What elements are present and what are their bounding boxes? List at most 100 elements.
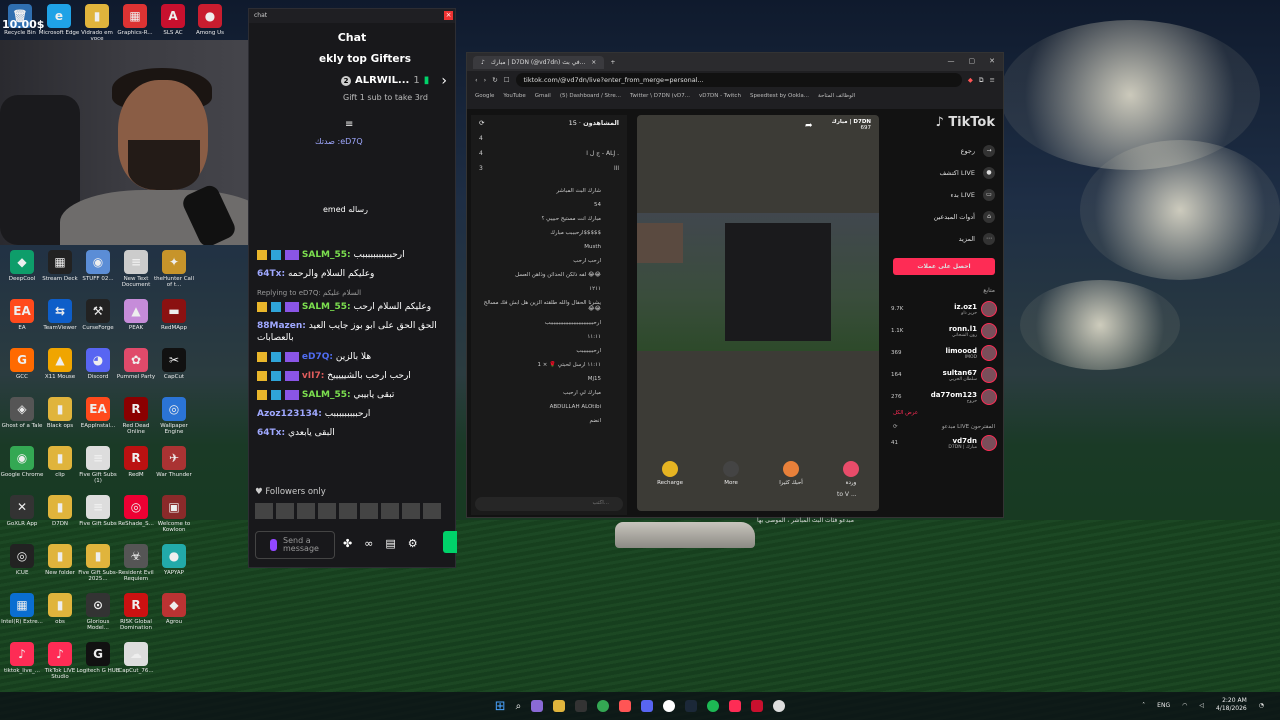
infinity-icon[interactable]: ∞ — [364, 537, 373, 550]
bookmark-item[interactable]: YouTube — [503, 93, 525, 99]
url-input[interactable]: tiktok.com/@vd7dn/live?enter_from_merge=… — [515, 73, 962, 87]
wifi-icon[interactable]: ◠ — [1182, 702, 1187, 709]
mic-icon[interactable] — [270, 539, 277, 551]
minimize-icon[interactable]: — — [948, 57, 955, 65]
avatar[interactable] — [318, 503, 336, 519]
gift-item[interactable]: أحبك كثيرا — [779, 461, 803, 486]
followed-account[interactable]: 369 limoood IMOD — [885, 342, 1003, 364]
maximize-icon[interactable]: ▢ — [969, 57, 976, 65]
avatar[interactable] — [981, 435, 997, 451]
avatar[interactable] — [981, 389, 997, 405]
bookmark-item[interactable]: vD7DN - Twitch — [699, 93, 741, 99]
extensions-icon[interactable]: ⧉ — [979, 76, 984, 85]
live-video[interactable]: مبارك | D7DN 697 ➦ — [637, 115, 879, 511]
menu-icon[interactable]: ≡ — [990, 76, 995, 84]
desktop-icon[interactable]: ▣ Welcome to Kowloon — [151, 495, 197, 533]
show-all-link[interactable]: عرض الكل — [885, 408, 1003, 422]
avatar[interactable] — [981, 323, 997, 339]
brave-icon[interactable]: ◆ — [968, 76, 973, 84]
viewer-row[interactable]: 4 ج ل ا - ALJ . — [471, 146, 627, 161]
refresh-icon[interactable]: ⟳ — [479, 119, 484, 127]
followed-account[interactable]: 41 vd7dn D7DN | مبارك — [885, 432, 1003, 454]
gift-item[interactable]: وردة — [842, 461, 859, 486]
hamburger-icon[interactable]: ≡ — [345, 119, 353, 130]
gift-item[interactable]: Recharge — [657, 461, 683, 486]
bookmark-item[interactable]: Speedtest by Ookla... — [750, 93, 809, 99]
chat-message[interactable]: 64Tx: البقى يابعدي — [257, 427, 447, 439]
chat-username[interactable]: 64Tx: — [257, 428, 285, 438]
chat-message[interactable]: 64Tx: وعليكم السلام والرحمه — [257, 268, 447, 280]
chat-username[interactable]: eD7Q: — [302, 352, 333, 362]
volume-icon[interactable]: ◁ — [1199, 702, 1204, 709]
desktop-icon[interactable]: ✦ theHunter Call of t... — [151, 250, 197, 288]
streamer-info[interactable]: مبارك | D7DN 697 — [832, 119, 871, 131]
avatar[interactable] — [339, 503, 357, 519]
brave-icon[interactable] — [619, 700, 632, 712]
new-tab-icon[interactable]: + — [610, 59, 615, 66]
bookmark-item[interactable]: Gmail — [535, 93, 551, 99]
app-icon[interactable] — [773, 700, 786, 712]
avatar[interactable] — [276, 503, 294, 519]
desktop-icon[interactable]: ● Among Us — [187, 4, 233, 36]
obs-icon[interactable] — [663, 700, 676, 712]
desktop-icon[interactable]: ✈ War Thunder — [151, 446, 197, 478]
windows-start-icon[interactable]: ⊞ — [495, 699, 506, 714]
store-icon[interactable]: ▤ — [385, 537, 395, 550]
language-indicator[interactable]: ENG — [1157, 702, 1170, 709]
chat-send-button[interactable] — [443, 531, 457, 553]
avatar[interactable] — [981, 301, 997, 317]
chrome-icon[interactable] — [597, 700, 610, 712]
close-icon[interactable]: × — [444, 11, 453, 20]
app-icon[interactable] — [751, 700, 764, 712]
gear-icon[interactable]: ⚙ — [408, 537, 418, 550]
bookmark-item[interactable]: Twitter \ D7DN (vD7... — [630, 93, 690, 99]
avatar[interactable] — [981, 345, 997, 361]
reload-icon[interactable]: ↻ — [492, 76, 497, 84]
desktop-icon[interactable]: ● YAPYAP — [151, 544, 197, 576]
chat-username[interactable]: SALM_55: — [302, 302, 351, 312]
avatar[interactable] — [297, 503, 315, 519]
clock[interactable]: 2:20 AM 4/18/2026 — [1216, 697, 1247, 713]
chat-message[interactable]: Replying to eD7Q: السلام عليكم SALM_55: … — [257, 287, 447, 313]
chat-message[interactable]: SALM_55: ارحبببببببببببب — [257, 249, 447, 261]
followed-account[interactable]: 164 sultan67 سلطان الحربي — [885, 364, 1003, 386]
steam-icon[interactable] — [685, 700, 698, 712]
cursor-icon[interactable] — [575, 700, 588, 712]
chat-message[interactable]: eD7Q: هلا بالزين — [257, 351, 447, 363]
followed-account[interactable]: 276 da77om123 حروح — [885, 386, 1003, 408]
avatar[interactable] — [255, 503, 273, 519]
bookmark-icon[interactable]: ☐ — [504, 76, 510, 84]
chevron-right-icon[interactable]: › — [441, 73, 447, 89]
avatar[interactable] — [423, 503, 441, 519]
followed-account[interactable]: 1.1K ronn.l1 رون الشحاتي — [885, 320, 1003, 342]
chat-username[interactable]: SALM_55: — [302, 250, 351, 260]
file-explorer-icon[interactable] — [553, 700, 566, 712]
close-icon[interactable]: ✕ — [989, 57, 995, 65]
chat-message[interactable]: 88Mazen: الحق الحق على ابو بوز جايب العي… — [257, 320, 447, 344]
avatar[interactable] — [402, 503, 420, 519]
sidebar-nav-item[interactable]: رجوع → — [885, 140, 1003, 162]
sidebar-nav-item[interactable]: أدوات المبدعين ⌂ — [885, 206, 1003, 228]
chat-username[interactable]: 64Tx: — [257, 269, 285, 279]
forward-icon[interactable]: › — [484, 76, 487, 84]
tiktok-studio-icon[interactable] — [729, 700, 742, 712]
search-icon[interactable]: ⌕ — [516, 701, 522, 712]
chat-message[interactable]: SALM_55: تبقى يابيبي — [257, 389, 447, 401]
browser-tab[interactable]: ♪ مبارك | D7DN (@vd7dn) في بث... × — [473, 55, 605, 69]
chat-input[interactable]: Send a message — [255, 531, 335, 559]
refresh-icon[interactable]: ⟳ — [893, 424, 898, 430]
followed-account[interactable]: 9.7K iz.oz1 حزيز ذاو — [885, 298, 1003, 320]
chat-username[interactable]: SALM_55: — [302, 390, 351, 400]
sidebar-nav-item[interactable]: بدء LIVE ▭ — [885, 184, 1003, 206]
avatar[interactable] — [381, 503, 399, 519]
bookmark-item[interactable]: الوظائف المتاحة — [818, 93, 855, 99]
bookmark-item[interactable]: Google — [475, 93, 494, 99]
top-gifter[interactable]: 2 ALRWIL... 1 ▮ — [341, 75, 429, 86]
desktop-icon[interactable]: ◎ Wallpaper Engine — [151, 397, 197, 435]
chat-username[interactable]: Azoz123134: — [257, 409, 322, 419]
chat-message[interactable]: vII7: ارحب ارحب بالشيييييخ — [257, 370, 447, 382]
bits-icon[interactable]: ✤ — [343, 537, 352, 550]
viewer-row[interactable]: 3 ااا — [471, 161, 627, 176]
viewer-row[interactable]: 4 — [471, 131, 627, 146]
get-coins-button[interactable]: احصل على عملات — [893, 258, 995, 275]
